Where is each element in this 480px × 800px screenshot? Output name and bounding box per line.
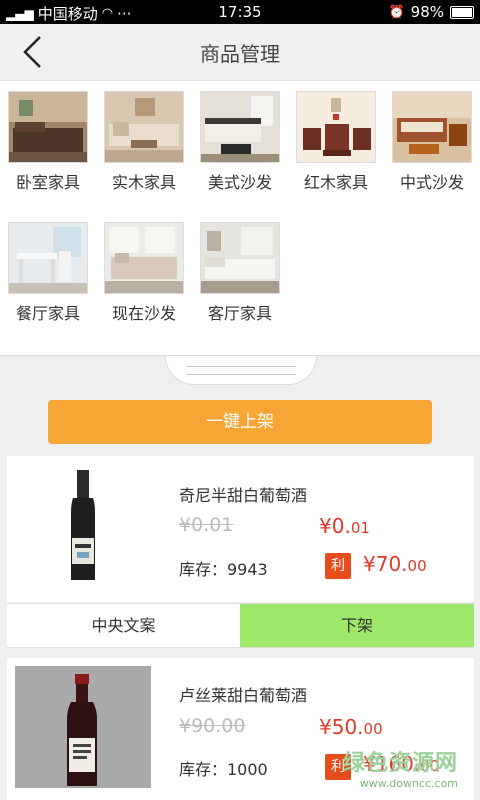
- product-image: [15, 666, 151, 788]
- category-image: [104, 91, 184, 163]
- furniture-photo: [9, 92, 87, 162]
- battery-icon: [450, 5, 474, 19]
- category-image: [104, 222, 184, 294]
- category-image: [200, 222, 280, 294]
- category-label: 美式沙发: [207, 173, 272, 192]
- app-header: 商品管理: [0, 24, 480, 81]
- watermark-title: 绿色资源网: [342, 751, 458, 776]
- category-item-bedroom[interactable]: 卧室家具: [3, 91, 93, 193]
- category-item-american-sofa[interactable]: 美式沙发: [195, 91, 285, 193]
- furniture-photo: [105, 223, 183, 293]
- category-item-modern-sofa[interactable]: 现在沙发: [99, 222, 189, 324]
- status-bar: ▂▄▆ 中国移动 ◠ ··· 17:35 ⏰ 98%: [0, 0, 480, 24]
- category-item-living-room[interactable]: 客厅家具: [195, 222, 285, 324]
- product-name: 奇尼半甜白葡萄酒: [179, 486, 308, 505]
- furniture-photo: [297, 92, 375, 162]
- category-image: [392, 91, 472, 163]
- category-item-dining[interactable]: 餐厅家具: [3, 222, 93, 324]
- category-item-rosewood[interactable]: 红木家具: [291, 91, 381, 193]
- central-copy-button[interactable]: 中央文案: [7, 604, 240, 647]
- product-image: [15, 464, 151, 586]
- pull-tab[interactable]: [165, 356, 317, 385]
- furniture-photo: [105, 92, 183, 162]
- furniture-photo: [9, 223, 87, 293]
- category-image: [200, 91, 280, 163]
- sale-price: ¥50.00: [319, 715, 383, 739]
- category-label: 红木家具: [303, 173, 368, 192]
- unshelf-button[interactable]: 下架: [240, 604, 474, 647]
- category-image: [296, 91, 376, 163]
- category-label: 餐厅家具: [15, 304, 80, 323]
- category-label: 中式沙发: [399, 173, 464, 192]
- stock-count: 库存：1000: [179, 760, 268, 779]
- furniture-photo: [201, 223, 279, 293]
- page-title: 商品管理: [200, 42, 280, 66]
- stock-count: 库存：9943: [179, 560, 268, 579]
- original-price: ¥0.01: [179, 514, 234, 536]
- category-item-chinese-sofa[interactable]: 中式沙发: [387, 91, 477, 193]
- category-grid: 卧室家具 实木家具 美式沙发 红木家具 中式沙发 餐厅家具 现在沙发 客厅家具: [0, 81, 480, 356]
- shelf-all-button[interactable]: 一键上架: [48, 400, 432, 444]
- wine-bottle-photo: [15, 666, 151, 788]
- furniture-photo: [393, 92, 471, 162]
- sale-price: ¥0.01: [319, 514, 370, 538]
- category-item-solid-wood[interactable]: 实木家具: [99, 91, 189, 193]
- alarm-icon: ⏰: [388, 4, 405, 20]
- category-label: 客厅家具: [207, 304, 272, 323]
- profit-amount: ¥70.00: [363, 552, 427, 576]
- product-card[interactable]: 奇尼半甜白葡萄酒 ¥0.01 ¥0.01 库存：9943 利 ¥70.00: [7, 456, 474, 602]
- wine-bottle-photo: [15, 464, 151, 586]
- category-image: [8, 91, 88, 163]
- original-price: ¥90.00: [179, 715, 246, 737]
- category-label: 卧室家具: [15, 173, 80, 192]
- category-label: 实木家具: [111, 173, 176, 192]
- category-label: 现在沙发: [111, 304, 176, 323]
- battery-percent: 98%: [410, 3, 444, 21]
- product-name: 卢丝莱甜白葡萄酒: [179, 686, 308, 705]
- product-actions: 中央文案 下架: [7, 603, 474, 648]
- furniture-photo: [201, 92, 279, 162]
- profit-badge: 利: [325, 553, 351, 579]
- watermark: 绿色资源网 www.downcc.com: [343, 745, 458, 790]
- watermark-url: www.downcc.com: [359, 777, 458, 790]
- category-image: [8, 222, 88, 294]
